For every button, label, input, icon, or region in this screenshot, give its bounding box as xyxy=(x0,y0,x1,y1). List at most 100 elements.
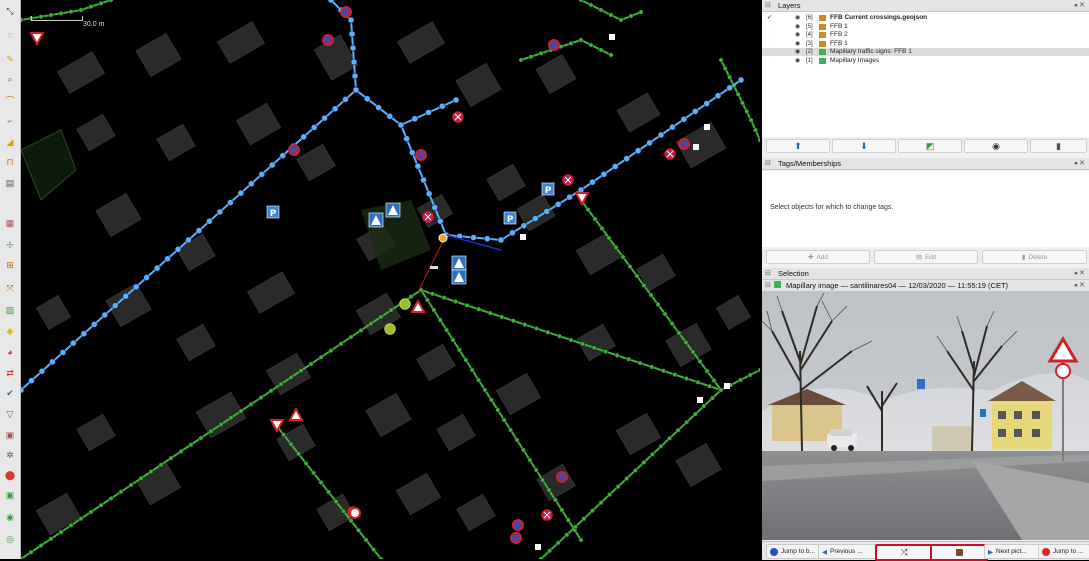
way-node xyxy=(269,161,276,169)
collapse-icon[interactable]: ⊟ xyxy=(765,269,771,277)
panel-controls-icon[interactable]: ◂ ✕ xyxy=(1074,281,1085,289)
building xyxy=(615,412,662,456)
eye-icon[interactable]: ◉ xyxy=(795,57,800,65)
eye-icon[interactable]: ◉ xyxy=(795,23,800,31)
way-node xyxy=(585,207,591,212)
way-node xyxy=(311,470,316,476)
collapse-icon[interactable]: ⊟ xyxy=(765,159,771,167)
inactive-marker-icon[interactable]: · xyxy=(767,40,769,48)
map-tool-icon[interactable]: ⤧ xyxy=(3,281,17,295)
trash-icon: ▮ xyxy=(1021,254,1026,261)
way-node xyxy=(128,482,134,488)
way-node xyxy=(641,459,647,465)
lasso-tool-icon[interactable]: ◌ xyxy=(3,28,17,42)
paint-tool-icon[interactable]: ▣ xyxy=(3,428,17,442)
way-node xyxy=(626,356,632,362)
zoom-tool-icon[interactable]: ⌕ xyxy=(3,72,17,86)
bug-tool-icon[interactable]: ✲ xyxy=(3,448,17,462)
way-node xyxy=(669,321,675,326)
layer-row[interactable]: · ◉ [4] FFB 2 xyxy=(762,31,1089,39)
way-node xyxy=(520,447,526,453)
delete-label: Delete xyxy=(1028,253,1048,261)
shapes-tool-icon[interactable]: ▦ xyxy=(3,216,17,230)
panel-controls-icon[interactable]: ◂ ✕ xyxy=(1074,269,1085,277)
way-node xyxy=(589,178,596,186)
collapse-icon[interactable]: ⊟ xyxy=(765,281,771,289)
add-tag-button[interactable]: ✚ Add xyxy=(766,250,870,264)
building-tool-icon[interactable]: ⊓ xyxy=(3,155,17,169)
map-canvas[interactable]: P P P xyxy=(21,0,760,559)
inactive-marker-icon[interactable]: · xyxy=(767,31,769,39)
layer-row[interactable]: ✔ ◉ [6] FFB Current crossings.geojson xyxy=(762,14,1089,22)
way-node xyxy=(618,17,624,23)
street-photo[interactable] xyxy=(762,291,1089,540)
way-node xyxy=(578,37,584,43)
building xyxy=(135,462,182,506)
jump-end-button[interactable]: Jump to ... xyxy=(1038,544,1089,559)
delete-layer-button[interactable]: ▮ xyxy=(1030,139,1087,153)
move-up-button[interactable]: ⬆ xyxy=(766,139,830,153)
green-ring-tool-icon[interactable]: ◎ xyxy=(3,532,17,546)
way-node xyxy=(341,508,346,514)
stop-button[interactable] xyxy=(930,544,988,561)
layers-panel-header[interactable]: ⊟ Layers ◂ ✕ xyxy=(762,0,1089,12)
edit-tag-button[interactable]: ▤ Edit xyxy=(874,250,978,264)
measure-tool-icon[interactable]: ◢ xyxy=(3,135,17,149)
way-node xyxy=(216,208,224,216)
layer-row[interactable]: · ◉ [1] Mapillary Images xyxy=(762,57,1089,65)
traffic-signs-layer[interactable]: P P P xyxy=(29,6,730,550)
way-node xyxy=(368,321,374,327)
layer-row[interactable]: · ◉ [3] FFB 1 xyxy=(762,40,1089,48)
tags-panel-header[interactable]: ⊟ Tags/Memberships ◂ ✕ xyxy=(762,158,1089,170)
inactive-marker-icon[interactable]: · xyxy=(767,48,769,56)
next-picture-button[interactable]: ▶ Next pict... xyxy=(984,544,1040,559)
panel-controls-icon[interactable]: ◂ ✕ xyxy=(1074,1,1085,9)
way-node xyxy=(501,417,507,423)
green-circle-tool-icon[interactable]: ◉ xyxy=(3,510,17,524)
way-node xyxy=(425,109,432,116)
filter-tool-icon[interactable]: ▽ xyxy=(3,407,17,421)
area-tool-icon[interactable]: ⌐ xyxy=(3,114,17,128)
jump-start-button[interactable]: Jump to b... xyxy=(766,544,820,559)
inactive-marker-icon[interactable]: · xyxy=(767,23,769,31)
walk-icon: ⤨ xyxy=(900,547,908,557)
walk-button[interactable]: ⤨ xyxy=(875,544,933,561)
delete-tag-button[interactable]: ▮ Delete xyxy=(982,250,1087,264)
way-node xyxy=(591,345,597,351)
way-tool-icon[interactable]: ⌒ xyxy=(3,94,17,108)
eye-icon[interactable]: ◉ xyxy=(795,40,800,48)
way-node xyxy=(378,314,384,320)
visibility-button[interactable]: ◉ xyxy=(964,139,1028,153)
merge-layer-button[interactable]: ◩ xyxy=(898,139,962,153)
marker-tool-icon[interactable]: ⬤ xyxy=(3,468,17,482)
move-down-button[interactable]: ⬇ xyxy=(832,139,896,153)
map-view[interactable]: P P P 30.0 m xyxy=(21,0,760,559)
split-tool-icon[interactable]: ⊞ xyxy=(3,258,17,272)
eye-icon[interactable]: ◉ xyxy=(795,48,800,56)
layers-tool-icon[interactable]: ▤ xyxy=(3,176,17,190)
eye-icon[interactable]: ◉ xyxy=(795,14,800,22)
layer-row[interactable]: · ◉ [5] FFB 1 xyxy=(762,23,1089,31)
photo-tool-icon[interactable]: ▣ xyxy=(3,488,17,502)
way-node xyxy=(599,226,605,231)
stop-sign xyxy=(349,507,361,519)
collapse-icon[interactable]: ⊟ xyxy=(765,1,771,9)
way-node xyxy=(338,341,344,347)
layer-row[interactable]: · ◉ [2] Mapillary traffic signs: FFB 1 xyxy=(762,48,1089,56)
chat-tool-icon[interactable]: ◆ xyxy=(3,324,17,338)
globe-tool-icon[interactable]: ◕ xyxy=(3,345,17,359)
crosshair-tool-icon[interactable]: ✢ xyxy=(3,238,17,252)
point-marker xyxy=(693,144,699,150)
selection-panel-header[interactable]: ⊟ Selection ◂ ✕ xyxy=(762,268,1089,280)
active-check-icon[interactable]: ✔ xyxy=(767,14,772,22)
draw-tool-icon[interactable]: ✎ xyxy=(3,52,17,66)
arrow-left-icon: ◀ xyxy=(822,548,827,556)
inactive-marker-icon[interactable]: · xyxy=(767,57,769,65)
swap-tool-icon[interactable]: ⇄ xyxy=(3,366,17,380)
validate-tool-icon[interactable]: ✔ xyxy=(3,386,17,400)
panel-controls-icon[interactable]: ◂ ✕ xyxy=(1074,159,1085,167)
map-paint-tool-icon[interactable]: ▨ xyxy=(3,303,17,317)
select-tool-icon[interactable]: ⤡ xyxy=(3,4,17,18)
eye-icon[interactable]: ◉ xyxy=(795,31,800,39)
previous-picture-button[interactable]: ◀ Previous ... xyxy=(818,544,878,559)
